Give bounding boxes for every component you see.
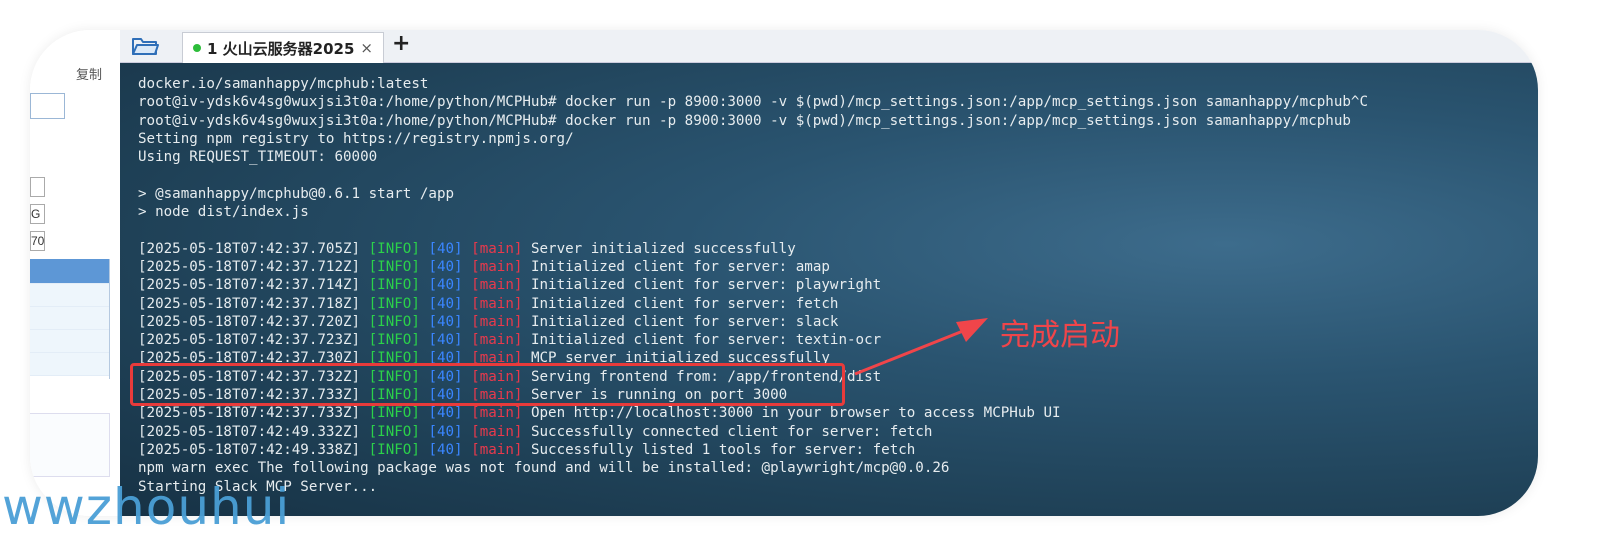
terminal-line: Setting npm registry to https://registry… bbox=[138, 130, 1538, 148]
copy-button[interactable]: 复制 bbox=[76, 64, 102, 83]
log-message: Successfully listed 1 tools for server: … bbox=[530, 441, 916, 458]
log-level: [INFO] bbox=[368, 332, 420, 349]
terminal-text: npm warn exec The following package was … bbox=[138, 460, 950, 477]
log-timestamp: [2025-05-18T07:42:37.714Z] bbox=[138, 277, 361, 294]
log-level: [INFO] bbox=[368, 295, 420, 312]
list-item[interactable] bbox=[30, 259, 109, 284]
tab-title: 1 火山云服务器2025 bbox=[207, 39, 355, 58]
left-input-field[interactable] bbox=[30, 93, 65, 119]
window-card: 复制 G 70 1 火山云服务器2025 × + docker.io/saman… bbox=[30, 30, 1538, 516]
tab-session[interactable]: 1 火山云服务器2025 × bbox=[182, 32, 384, 63]
log-pid: [40] bbox=[428, 332, 463, 349]
tab-bar: 1 火山云服务器2025 × + bbox=[120, 30, 1538, 63]
log-module: [main] bbox=[471, 405, 523, 422]
list-item[interactable] bbox=[30, 284, 109, 307]
log-timestamp: [2025-05-18T07:42:37.723Z] bbox=[138, 332, 361, 349]
terminal-text: > node dist/index.js bbox=[138, 204, 309, 221]
terminal-line: [2025-05-18T07:42:49.338Z] [INFO] [40] [… bbox=[138, 441, 1538, 459]
terminal-line: [2025-05-18T07:42:37.718Z] [INFO] [40] [… bbox=[138, 295, 1538, 313]
terminal-text: Using REQUEST_TIMEOUT: 60000 bbox=[138, 149, 378, 166]
terminal-line: > @samanhappy/mcphub@0.6.1 start /app bbox=[138, 185, 1538, 203]
terminal-line: [2025-05-18T07:42:37.733Z] [INFO] [40] [… bbox=[138, 404, 1538, 422]
terminal-line: Starting Slack MCP Server... bbox=[138, 478, 1538, 496]
left-list bbox=[30, 259, 110, 379]
log-module: [main] bbox=[471, 258, 523, 275]
log-timestamp: [2025-05-18T07:42:37.705Z] bbox=[138, 240, 361, 257]
log-message: Initialized client for server: textin-oc… bbox=[530, 332, 882, 349]
log-level: [INFO] bbox=[368, 258, 420, 275]
log-module: [main] bbox=[471, 313, 523, 330]
highlight-rectangle bbox=[130, 363, 845, 406]
log-pid: [40] bbox=[428, 423, 463, 440]
log-timestamp: [2025-05-18T07:42:49.338Z] bbox=[138, 441, 361, 458]
log-pid: [40] bbox=[428, 405, 463, 422]
log-pid: [40] bbox=[428, 295, 463, 312]
close-icon[interactable]: × bbox=[360, 39, 373, 57]
terminal-text: > @samanhappy/mcphub@0.6.1 start /app bbox=[138, 185, 455, 202]
log-timestamp: [2025-05-18T07:42:37.720Z] bbox=[138, 313, 361, 330]
terminal-line: Using REQUEST_TIMEOUT: 60000 bbox=[138, 148, 1538, 166]
terminal-text: root@iv-ydsk6v4sg0wuxjsi3t0a:/home/pytho… bbox=[138, 112, 1351, 129]
log-message: Open http://localhost:3000 in your brows… bbox=[530, 405, 1061, 422]
log-level: [INFO] bbox=[368, 423, 420, 440]
terminal-line: [2025-05-18T07:42:37.714Z] [INFO] [40] [… bbox=[138, 276, 1538, 294]
log-message: Server initialized successfully bbox=[530, 240, 796, 257]
log-pid: [40] bbox=[428, 258, 463, 275]
left-field-70[interactable]: 70 bbox=[30, 231, 45, 251]
log-timestamp: [2025-05-18T07:42:37.718Z] bbox=[138, 295, 361, 312]
watermark: wwzhouhui bbox=[2, 478, 291, 536]
open-folder-button[interactable] bbox=[130, 33, 160, 59]
log-message: Initialized client for server: fetch bbox=[530, 295, 839, 312]
terminal-output[interactable]: docker.io/samanhappy/mcphub:latest root@i… bbox=[120, 63, 1538, 516]
terminal-line: [2025-05-18T07:42:49.332Z] [INFO] [40] [… bbox=[138, 423, 1538, 441]
log-timestamp: [2025-05-18T07:42:37.712Z] bbox=[138, 258, 361, 275]
log-message: Initialized client for server: playwrigh… bbox=[530, 277, 882, 294]
log-module: [main] bbox=[471, 295, 523, 312]
new-tab-button[interactable]: + bbox=[392, 31, 410, 56]
log-module: [main] bbox=[471, 277, 523, 294]
log-level: [INFO] bbox=[368, 240, 420, 257]
annotation-label: 完成启动 bbox=[1000, 318, 1120, 353]
log-pid: [40] bbox=[428, 277, 463, 294]
terminal-line: [2025-05-18T07:42:37.720Z] [INFO] [40] [… bbox=[138, 313, 1538, 331]
log-pid: [40] bbox=[428, 313, 463, 330]
terminal-text: root@iv-ydsk6v4sg0wuxjsi3t0a:/home/pytho… bbox=[138, 94, 1368, 111]
terminal-line: [2025-05-18T07:42:37.712Z] [INFO] [40] [… bbox=[138, 258, 1538, 276]
log-message: Initialized client for server: slack bbox=[530, 313, 839, 330]
terminal-line: > node dist/index.js bbox=[138, 203, 1538, 221]
left-app-panel: 复制 G 70 bbox=[30, 30, 120, 516]
terminal-line: docker.io/samanhappy/mcphub:latest bbox=[138, 75, 1538, 93]
mini-graph bbox=[30, 413, 110, 477]
log-level: [INFO] bbox=[368, 313, 420, 330]
log-module: [main] bbox=[471, 423, 523, 440]
log-pid: [40] bbox=[428, 441, 463, 458]
log-message: Initialized client for server: amap bbox=[530, 258, 830, 275]
terminal-text: Setting npm registry to https://registry… bbox=[138, 130, 574, 147]
terminal-line: [2025-05-18T07:42:37.723Z] [INFO] [40] [… bbox=[138, 331, 1538, 349]
list-item[interactable] bbox=[30, 307, 109, 330]
log-level: [INFO] bbox=[368, 405, 420, 422]
log-pid: [40] bbox=[428, 240, 463, 257]
log-timestamp: [2025-05-18T07:42:37.733Z] bbox=[138, 405, 361, 422]
left-small-field[interactable] bbox=[30, 177, 45, 197]
terminal-text: docker.io/samanhappy/mcphub:latest bbox=[138, 76, 429, 92]
log-module: [main] bbox=[471, 332, 523, 349]
list-item[interactable] bbox=[30, 330, 109, 353]
log-module: [main] bbox=[471, 240, 523, 257]
terminal-line: [2025-05-18T07:42:37.705Z] [INFO] [40] [… bbox=[138, 240, 1538, 258]
terminal-line: root@iv-ydsk6v4sg0wuxjsi3t0a:/home/pytho… bbox=[138, 112, 1538, 130]
log-module: [main] bbox=[471, 441, 523, 458]
log-message: Successfully connected client for server… bbox=[530, 423, 933, 440]
log-timestamp: [2025-05-18T07:42:49.332Z] bbox=[138, 423, 361, 440]
folder-icon bbox=[132, 38, 159, 55]
terminal-line: root@iv-ydsk6v4sg0wuxjsi3t0a:/home/pytho… bbox=[138, 93, 1538, 111]
connected-status-icon bbox=[193, 44, 201, 52]
left-field-g[interactable]: G bbox=[30, 204, 45, 224]
log-level: [INFO] bbox=[368, 277, 420, 294]
list-item[interactable] bbox=[30, 353, 109, 376]
terminal-line: npm warn exec The following package was … bbox=[138, 459, 1538, 477]
log-level: [INFO] bbox=[368, 441, 420, 458]
